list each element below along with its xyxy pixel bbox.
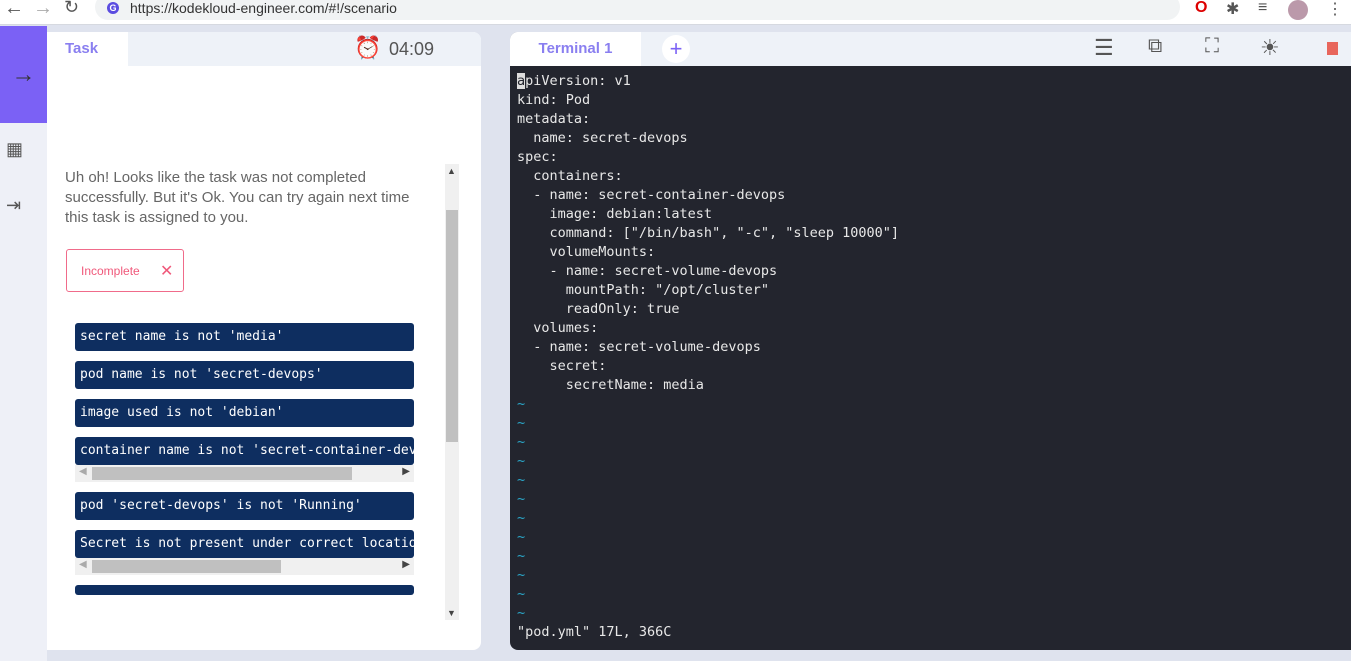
- site-icon: G: [107, 2, 119, 14]
- empty-line-tilde: ~: [517, 605, 526, 621]
- opera-extension-icon[interactable]: O: [1195, 0, 1207, 17]
- cursor: a: [517, 73, 526, 89]
- tab-task[interactable]: Task: [47, 32, 128, 66]
- empty-line-tilde: ~: [517, 586, 526, 602]
- code-line: name: secret-devops: [517, 130, 688, 146]
- terminal-output[interactable]: apiVersion: v1 kind: Pod metadata: name: s…: [517, 72, 899, 623]
- empty-line-tilde: ~: [517, 472, 526, 488]
- address-bar[interactable]: G https://kodekloud-engineer.com/#!/scen…: [95, 0, 1180, 20]
- code-line: - name: secret-volume-devops: [517, 263, 778, 279]
- avatar[interactable]: [1288, 0, 1308, 20]
- code-line: - name: secret-volume-devops: [517, 339, 761, 355]
- code-line: image: debian:latest: [517, 206, 713, 222]
- code-line: readOnly: true: [517, 301, 680, 317]
- check-item: pod name is not 'secret-devops': [75, 361, 414, 389]
- close-icon: ✕: [160, 263, 174, 280]
- code-line: secretName: media: [517, 377, 704, 393]
- stop-button[interactable]: [1327, 42, 1338, 55]
- code-line: kind: Pod: [517, 92, 591, 108]
- check-item: pod 'secret-devops' is not 'Running': [75, 492, 414, 520]
- empty-line-tilde: ~: [517, 529, 526, 545]
- puzzle-icon[interactable]: ✱: [1226, 0, 1239, 19]
- code-line: volumeMounts:: [517, 244, 656, 260]
- theme-toggle-icon[interactable]: ☀: [1260, 35, 1280, 61]
- vertical-scrollbar[interactable]: ▲ ▼: [445, 164, 459, 620]
- code-line: volumes:: [517, 320, 599, 336]
- check-item: image used is not 'debian': [75, 399, 414, 427]
- alarm-clock-icon: ⏰: [354, 35, 382, 60]
- menu-icon[interactable]: ⋮: [1327, 0, 1343, 19]
- code-line: apiVersion: v1: [517, 73, 631, 89]
- check-item: secret name is not 'media': [75, 323, 414, 351]
- terminal-panel: Terminal 1 + ☰ ⧉ ⛶ ☀ apiVersion: v1 kind:…: [510, 32, 1351, 650]
- task-panel: Task ⏰ 04:09 Uh oh! Looks like the task …: [47, 32, 481, 650]
- timer: 04:09: [389, 39, 435, 59]
- tab-terminal-1[interactable]: Terminal 1: [510, 32, 641, 66]
- check-item: container name is not 'secret-container-…: [75, 437, 414, 465]
- code-line: - name: secret-container-devops: [517, 187, 786, 203]
- code-line: containers:: [517, 168, 623, 184]
- open-external-icon[interactable]: ⧉: [1148, 35, 1162, 58]
- sidebar: → ▦ ⇥: [0, 26, 47, 661]
- status-badge: Incomplete ✕: [66, 249, 184, 292]
- code-line: command: ["/bin/bash", "-c", "sleep 1000…: [517, 225, 900, 241]
- empty-line-tilde: ~: [517, 510, 526, 526]
- hamburger-menu-icon[interactable]: ☰: [1094, 35, 1114, 61]
- forward-icon[interactable]: →: [33, 0, 53, 20]
- code-line: metadata:: [517, 111, 591, 127]
- result-message: Uh oh! Looks like the task was not compl…: [65, 169, 410, 226]
- code-line: spec:: [517, 149, 558, 165]
- vim-status-line: "pod.yml" 17L, 366C: [517, 624, 672, 640]
- empty-line-tilde: ~: [517, 453, 526, 469]
- add-terminal-button[interactable]: +: [662, 35, 690, 63]
- browser-toolbar: ← → ↻ G https://kodekloud-engineer.com/#…: [0, 0, 1351, 25]
- media-icon[interactable]: ≡: [1258, 0, 1267, 17]
- url-text[interactable]: https://kodekloud-engineer.com/#!/scenar…: [130, 0, 397, 16]
- check-item: Secret is not present under correct loca…: [75, 530, 414, 558]
- code-line: secret:: [517, 358, 607, 374]
- empty-line-tilde: ~: [517, 415, 526, 431]
- empty-line-tilde: ~: [517, 548, 526, 564]
- back-icon[interactable]: ←: [4, 0, 24, 20]
- code-line: mountPath: "/opt/cluster": [517, 282, 769, 298]
- empty-line-tilde: ~: [517, 491, 526, 507]
- dashboard-icon[interactable]: ▦: [6, 139, 23, 160]
- empty-line-tilde: ~: [517, 396, 526, 412]
- horizontal-scrollbar[interactable]: ◀ ▶: [75, 465, 414, 482]
- reload-icon[interactable]: ↻: [64, 0, 79, 18]
- status-label: Incomplete: [81, 264, 140, 278]
- empty-line-tilde: ~: [517, 434, 526, 450]
- expand-arrow-icon[interactable]: →: [0, 26, 47, 123]
- logout-icon[interactable]: ⇥: [6, 195, 21, 216]
- empty-line-tilde: ~: [517, 567, 526, 583]
- check-item: [75, 585, 414, 595]
- horizontal-scrollbar[interactable]: ◀ ▶: [75, 558, 414, 575]
- fullscreen-icon[interactable]: ⛶: [1205, 35, 1219, 58]
